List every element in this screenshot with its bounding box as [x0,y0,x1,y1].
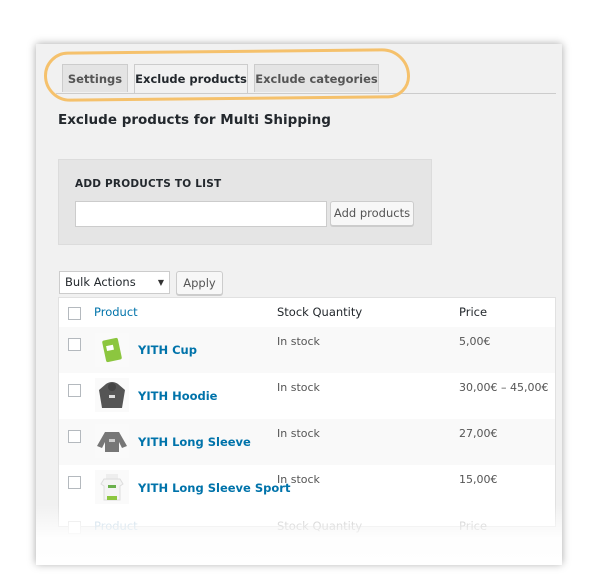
long-sleeve-icon [95,424,129,458]
table-row [59,373,555,419]
add-products-label: ADD PRODUCTS TO LIST [75,178,222,190]
bulk-actions-value: Bulk Actions [65,275,136,289]
stock-status: In stock [277,335,320,348]
price: 30,00€ – 45,00€ [459,381,549,394]
price: 5,00€ [459,335,491,348]
product-link[interactable]: YITH Long Sleeve [138,435,251,449]
column-header-stock: Stock Quantity [277,305,363,319]
apply-button[interactable]: Apply [176,271,223,295]
product-link[interactable]: YITH Cup [138,343,197,357]
stock-status: In stock [277,473,320,486]
page-title: Exclude products for Multi Shipping [58,112,331,128]
row-checkbox[interactable] [68,476,81,489]
product-search-input[interactable] [75,201,327,227]
column-header-price: Price [459,305,488,319]
product-link[interactable]: YITH Long Sleeve Sport [138,481,290,495]
cup-icon [95,333,129,367]
add-products-button[interactable]: Add products [330,201,414,226]
row-checkbox[interactable] [68,430,81,443]
price: 27,00€ [459,427,498,440]
tshirt-icon [95,470,129,504]
price: 15,00€ [459,473,498,486]
row-checkbox[interactable] [68,338,81,351]
product-link[interactable]: YITH Hoodie [138,389,217,403]
hoodie-icon [95,378,129,412]
dropdown-arrow-icon: ▼ [157,278,164,287]
row-checkbox[interactable] [68,384,81,397]
tabs-highlight-annotation [43,48,411,102]
stock-status: In stock [277,381,320,394]
bottom-fade [36,505,562,565]
column-header-product[interactable]: Product [94,305,138,319]
stock-status: In stock [277,427,320,440]
select-all-checkbox[interactable] [68,307,81,320]
table-row [59,419,555,465]
table-row [59,327,555,373]
bulk-actions-select[interactable]: Bulk Actions ▼ [59,271,170,294]
